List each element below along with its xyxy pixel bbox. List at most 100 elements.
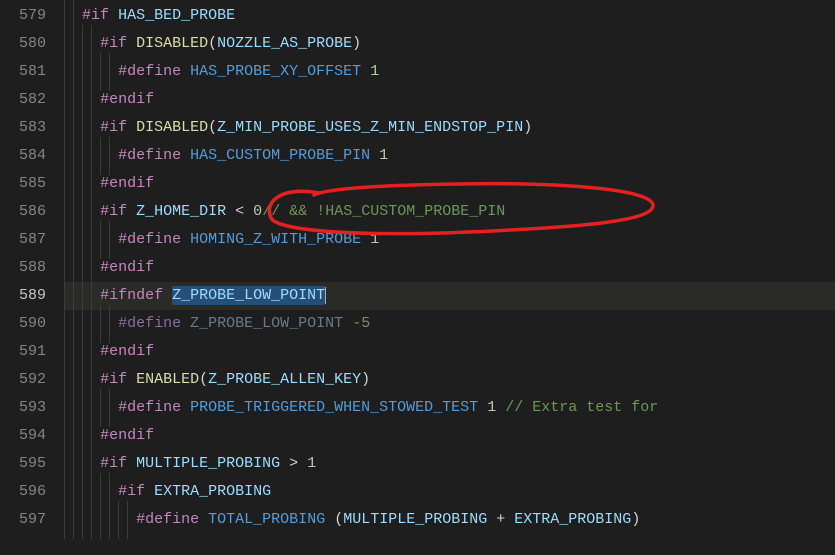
identifier-token: Z_HOME_DIR: [136, 203, 226, 220]
line-number: 588: [0, 254, 46, 282]
code-line[interactable]: #if EXTRA_PROBING: [64, 478, 835, 506]
line-number: 597: [0, 506, 46, 534]
line-number: 596: [0, 478, 46, 506]
code-line[interactable]: #endif: [64, 254, 835, 282]
line-number: 581: [0, 58, 46, 86]
macro-name-token: TOTAL_PROBING: [208, 511, 325, 528]
code-line[interactable]: #endif: [64, 86, 835, 114]
line-number: 592: [0, 366, 46, 394]
directive-token: #define: [118, 315, 181, 332]
directive-token: #if: [100, 35, 127, 52]
directive-token: #ifndef: [100, 287, 163, 304]
directive-token: #define: [118, 231, 181, 248]
directive-token: #if: [100, 371, 127, 388]
code-line[interactable]: #endif: [64, 338, 835, 366]
paren-token: (: [334, 511, 343, 528]
directive-token: #define: [136, 511, 199, 528]
line-number: 579: [0, 2, 46, 30]
directive-token: #endif: [100, 343, 154, 360]
code-line[interactable]: #if MULTIPLE_PROBING > 1: [64, 450, 835, 478]
directive-token: #endif: [100, 259, 154, 276]
line-number: 595: [0, 450, 46, 478]
identifier-token: HAS_BED_PROBE: [118, 7, 235, 24]
number-token: 1: [370, 231, 379, 248]
directive-token: #define: [118, 147, 181, 164]
code-line[interactable]: #define HAS_PROBE_XY_OFFSET 1: [64, 58, 835, 86]
code-area[interactable]: #if HAS_BED_PROBE #if DISABLED(NOZZLE_AS…: [64, 0, 835, 555]
number-token: 1: [370, 63, 379, 80]
number-token: 1: [379, 147, 388, 164]
identifier-token: MULTIPLE_PROBING: [136, 455, 280, 472]
line-number: 587: [0, 226, 46, 254]
code-line[interactable]: #if ENABLED(Z_PROBE_ALLEN_KEY): [64, 366, 835, 394]
code-line[interactable]: #if DISABLED(Z_MIN_PROBE_USES_Z_MIN_ENDS…: [64, 114, 835, 142]
function-token: DISABLED: [136, 35, 208, 52]
directive-token: #endif: [100, 175, 154, 192]
identifier-token: EXTRA_PROBING: [154, 483, 271, 500]
code-line[interactable]: #if HAS_BED_PROBE: [64, 2, 835, 30]
line-number: 589: [0, 282, 46, 310]
code-line[interactable]: #define PROBE_TRIGGERED_WHEN_STOWED_TEST…: [64, 394, 835, 422]
paren-token: (: [208, 35, 217, 52]
line-number: 590: [0, 310, 46, 338]
line-number: 584: [0, 142, 46, 170]
line-number: 591: [0, 338, 46, 366]
identifier-token: EXTRA_PROBING: [514, 511, 631, 528]
code-line[interactable]: #define Z_PROBE_LOW_POINT -5: [64, 310, 835, 338]
operator-token: <: [235, 203, 244, 220]
macro-name-token: HAS_PROBE_XY_OFFSET: [190, 63, 361, 80]
paren-token: ): [631, 511, 640, 528]
function-token: ENABLED: [136, 371, 199, 388]
line-number: 586: [0, 198, 46, 226]
macro-name-token: HOMING_Z_WITH_PROBE: [190, 231, 361, 248]
paren-token: (: [208, 119, 217, 136]
code-line-current[interactable]: #ifndef Z_PROBE_LOW_POINT: [64, 282, 835, 310]
identifier-token: Z_PROBE_ALLEN_KEY: [208, 371, 361, 388]
paren-token: ): [361, 371, 370, 388]
number-token: 1: [307, 455, 316, 472]
directive-token: #endif: [100, 427, 154, 444]
directive-token: #if: [100, 119, 127, 136]
line-number: 582: [0, 86, 46, 114]
line-number: 594: [0, 422, 46, 450]
directive-token: #if: [82, 7, 109, 24]
code-line[interactable]: #if Z_HOME_DIR < 0// && !HAS_CUSTOM_PROB…: [64, 198, 835, 226]
operator-token: >: [289, 455, 298, 472]
directive-token: #if: [100, 455, 127, 472]
line-number: 593: [0, 394, 46, 422]
identifier-token: MULTIPLE_PROBING: [343, 511, 487, 528]
text-cursor: [325, 287, 326, 304]
comment-token: // && !HAS_CUSTOM_PROBE_PIN: [262, 203, 505, 220]
number-token: -5: [352, 315, 370, 332]
line-number-gutter: 5795805815825835845855865875885895905915…: [0, 0, 64, 555]
identifier-token: NOZZLE_AS_PROBE: [217, 35, 352, 52]
code-editor[interactable]: 5795805815825835845855865875885895905915…: [0, 0, 835, 555]
macro-name-token: HAS_CUSTOM_PROBE_PIN: [190, 147, 370, 164]
line-number: 583: [0, 114, 46, 142]
paren-token: ): [523, 119, 532, 136]
line-number: 580: [0, 30, 46, 58]
directive-token: #define: [118, 63, 181, 80]
selected-text[interactable]: Z_PROBE_LOW_POINT: [172, 286, 325, 305]
code-line[interactable]: #define TOTAL_PROBING (MULTIPLE_PROBING …: [64, 506, 835, 534]
paren-token: (: [199, 371, 208, 388]
comment-token: // Extra test for: [505, 399, 658, 416]
paren-token: ): [352, 35, 361, 52]
directive-token: #if: [118, 483, 145, 500]
directive-token: #if: [100, 203, 127, 220]
code-line[interactable]: #endif: [64, 422, 835, 450]
code-line[interactable]: #endif: [64, 170, 835, 198]
code-line[interactable]: #define HOMING_Z_WITH_PROBE 1: [64, 226, 835, 254]
number-token: 1: [487, 399, 496, 416]
macro-name-token: Z_PROBE_LOW_POINT: [190, 315, 343, 332]
identifier-token: Z_MIN_PROBE_USES_Z_MIN_ENDSTOP_PIN: [217, 119, 523, 136]
directive-token: #endif: [100, 91, 154, 108]
macro-name-token: PROBE_TRIGGERED_WHEN_STOWED_TEST: [190, 399, 478, 416]
function-token: DISABLED: [136, 119, 208, 136]
number-token: 0: [253, 203, 262, 220]
directive-token: #define: [118, 399, 181, 416]
code-line[interactable]: #if DISABLED(NOZZLE_AS_PROBE): [64, 30, 835, 58]
operator-token: +: [487, 511, 514, 528]
line-number: 585: [0, 170, 46, 198]
code-line[interactable]: #define HAS_CUSTOM_PROBE_PIN 1: [64, 142, 835, 170]
